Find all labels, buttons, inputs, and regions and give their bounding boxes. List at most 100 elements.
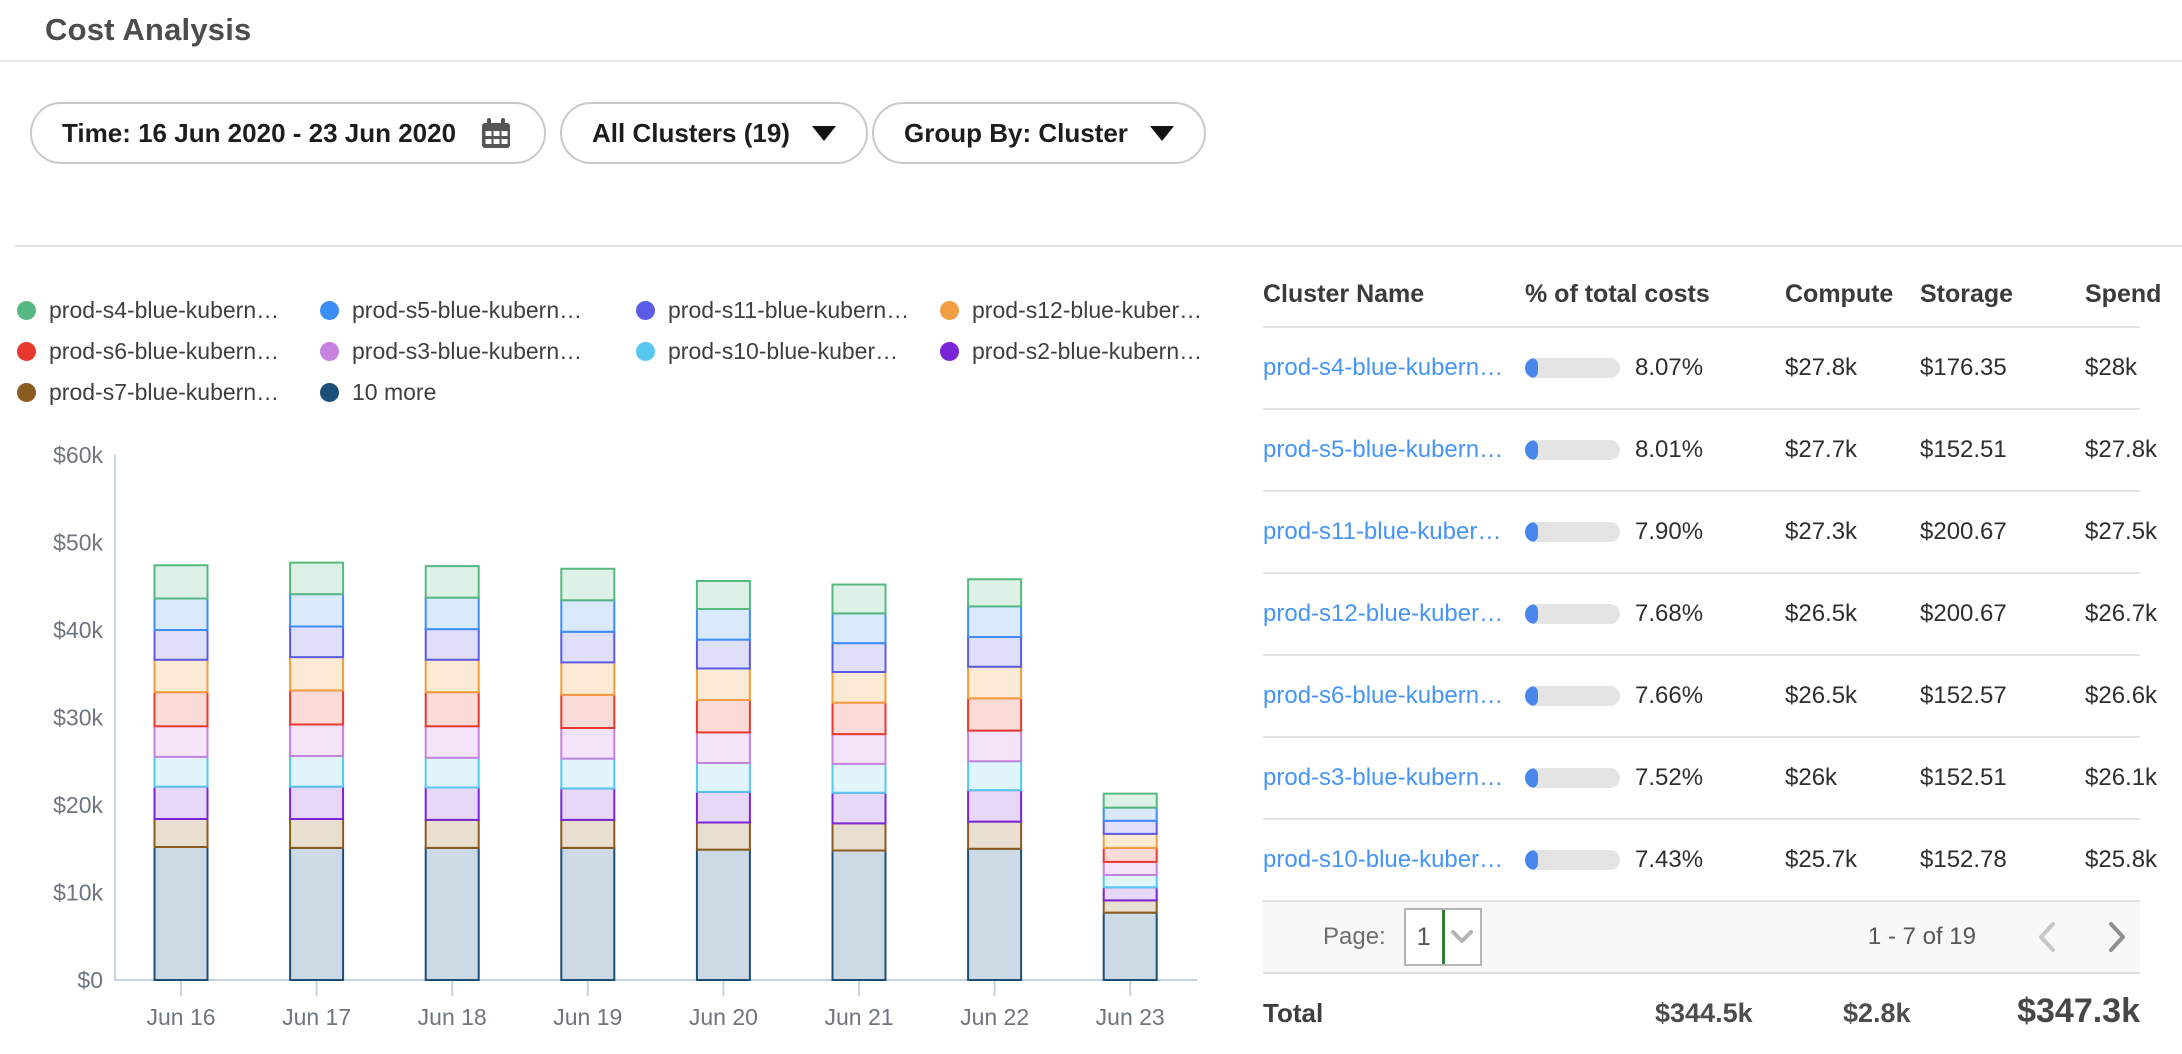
bar-segment [968, 698, 1021, 730]
pct-progress-track [1525, 440, 1620, 460]
bar-segment [290, 657, 343, 690]
bar-segment [426, 758, 479, 788]
total-label: Total [1263, 998, 1323, 1029]
bar-segment [697, 669, 750, 701]
legend-dot-icon [940, 301, 959, 320]
legend-item-prod-s6-blue-kubern[interactable]: prod-s6-blue-kubern… [17, 338, 320, 364]
bar-segment [1104, 821, 1157, 834]
pct-progress-fill [1525, 522, 1538, 542]
pct-progress-fill [1525, 604, 1538, 624]
bar-segment [426, 726, 479, 758]
legend-item-label: prod-s5-blue-kubern… [352, 297, 582, 324]
cluster-name-link[interactable]: prod-s5-blue-kubern… [1263, 436, 1525, 464]
x-axis-tick-label: Jun 23 [1096, 1004, 1165, 1030]
time-range-filter-button[interactable]: Time: 16 Jun 2020 - 23 Jun 2020 [30, 102, 546, 164]
bar-segment [290, 725, 343, 757]
cluster-filter-dropdown[interactable]: All Clusters (19) [560, 102, 868, 164]
next-page-button[interactable] [2108, 922, 2126, 952]
bar-segment [697, 732, 750, 763]
compute-value: $25.7k [1785, 846, 1920, 874]
legend-dot-icon [940, 342, 959, 361]
bar-segment [697, 850, 750, 980]
bar-segment [697, 581, 750, 609]
legend-dot-icon [17, 342, 36, 361]
total-compute-value: $344.5k [1655, 998, 1753, 1029]
pct-total-costs-cell: 7.52% [1525, 764, 1785, 792]
bar-segment [1104, 913, 1157, 980]
spend-value: $26.7k [2085, 600, 2157, 628]
bar-segment [968, 790, 1021, 822]
bar-segment [697, 640, 750, 669]
bar-segment [1104, 794, 1157, 808]
bar-segment [561, 820, 614, 848]
bar-segment [561, 848, 614, 980]
bar-segment [290, 627, 343, 658]
group-by-dropdown[interactable]: Group By: Cluster [872, 102, 1206, 164]
spend-value: $26.1k [2085, 764, 2157, 792]
legend-item-prod-s3-blue-kubern[interactable]: prod-s3-blue-kubern… [320, 338, 636, 364]
bar-segment [561, 728, 614, 759]
compute-value: $26.5k [1785, 682, 1920, 710]
pct-total-costs-cell: 7.68% [1525, 600, 1785, 628]
spend-value: $28k [2085, 354, 2140, 382]
bar-segment [697, 792, 750, 823]
group-by-label: Group By: Cluster [904, 118, 1128, 149]
compute-value: $27.8k [1785, 354, 1920, 382]
storage-value: $152.78 [1920, 846, 2085, 874]
y-axis-tick-label: $50k [53, 530, 103, 556]
legend-item-prod-s4-blue-kubern[interactable]: prod-s4-blue-kubern… [17, 297, 320, 323]
cluster-name-link[interactable]: prod-s3-blue-kubern… [1263, 764, 1525, 792]
bar-segment [968, 606, 1021, 637]
page-select[interactable]: 1 [1404, 908, 1482, 966]
bar-segment [833, 793, 886, 824]
bar-segment [968, 761, 1021, 790]
stacked-bar-chart: $0$10k$20k$30k$40k$50k$60kJun 16Jun 17Ju… [0, 430, 1240, 1052]
pct-value: 7.43% [1635, 846, 1703, 874]
legend-item-label: prod-s3-blue-kubern… [352, 338, 582, 365]
cluster-name-link[interactable]: prod-s4-blue-kubern… [1263, 354, 1525, 382]
legend-item-label: prod-s6-blue-kubern… [49, 338, 279, 365]
chevron-right-icon [2108, 922, 2126, 952]
legend-dot-icon [17, 301, 36, 320]
bar-segment [561, 788, 614, 820]
bar-segment [155, 599, 208, 631]
x-axis-tick-label: Jun 21 [824, 1004, 893, 1030]
bar-segment [968, 667, 1021, 699]
bar-segment [155, 757, 208, 787]
bar-segment [155, 565, 208, 598]
table-row: prod-s6-blue-kubern…7.66%$26.5k$152.57$2… [1263, 654, 2140, 736]
legend-item-label: prod-s7-blue-kubern… [49, 379, 279, 406]
x-axis-tick-label: Jun 19 [553, 1004, 622, 1030]
cluster-name-link[interactable]: prod-s6-blue-kubern… [1263, 682, 1525, 710]
legend-item-prod-s7-blue-kubern[interactable]: prod-s7-blue-kubern… [17, 379, 320, 405]
legend-item-prod-s5-blue-kubern[interactable]: prod-s5-blue-kubern… [320, 297, 636, 323]
page-label: Page: [1323, 923, 1386, 951]
prev-page-button[interactable] [2038, 922, 2056, 952]
cluster-name-link[interactable]: prod-s12-blue-kuber… [1263, 600, 1525, 628]
table-row: prod-s10-blue-kuber…7.43%$25.7k$152.78$2… [1263, 818, 2140, 900]
legend-item-prod-s10-blue-kuber[interactable]: prod-s10-blue-kuber… [636, 338, 940, 364]
legend-item-prod-s12-blue-kuber[interactable]: prod-s12-blue-kuber… [940, 297, 1180, 323]
cluster-name-link[interactable]: prod-s11-blue-kuber… [1263, 518, 1525, 546]
storage-value: $152.57 [1920, 682, 2085, 710]
total-row: Total $344.5k $2.8k $347.3k [1263, 974, 2140, 1054]
cluster-name-link[interactable]: prod-s10-blue-kuber… [1263, 846, 1525, 874]
legend-item-prod-s11-blue-kubern[interactable]: prod-s11-blue-kubern… [636, 297, 940, 323]
bar-segment [833, 703, 886, 735]
bar-segment [697, 609, 750, 640]
bar-segment [833, 823, 886, 850]
pagination-range: 1 - 7 of 19 [1868, 923, 1976, 951]
col-header-spend: Spend [2085, 280, 2161, 309]
bar-segment [155, 660, 208, 692]
legend-item-prod-s2-blue-kubern[interactable]: prod-s2-blue-kubern… [940, 338, 1180, 364]
col-header-storage: Storage [1920, 280, 2085, 309]
compute-value: $27.3k [1785, 518, 1920, 546]
legend-item-more[interactable]: 10 more [320, 379, 636, 405]
bar-segment [697, 823, 750, 850]
bar-segment [561, 695, 614, 728]
table-row: prod-s5-blue-kubern…8.01%$27.7k$152.51$2… [1263, 408, 2140, 490]
col-header-pct-total-costs: % of total costs [1525, 280, 1785, 309]
bar-segment [155, 787, 208, 819]
bar-segment [968, 822, 1021, 849]
bar-segment [426, 629, 479, 660]
